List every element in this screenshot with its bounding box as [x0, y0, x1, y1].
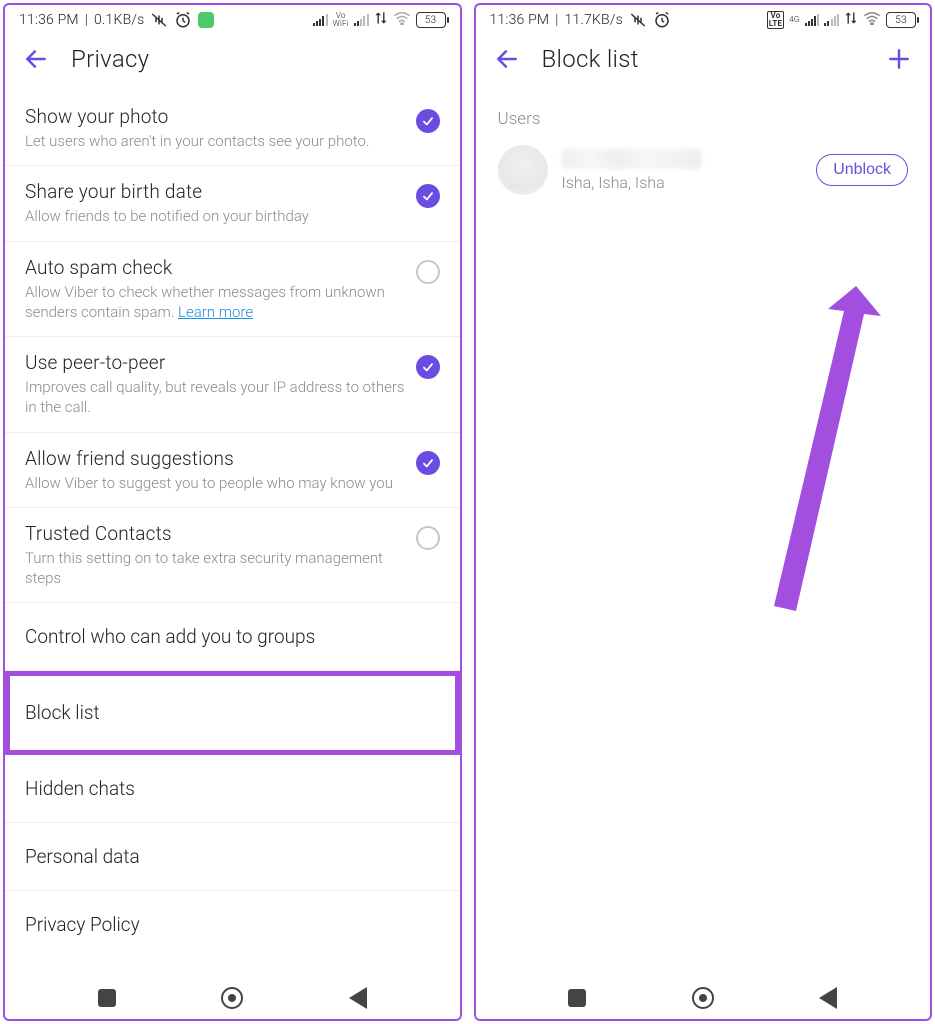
- nav-home-button[interactable]: [221, 987, 243, 1009]
- setting-desc: Allow friends to be notified on your bir…: [25, 206, 406, 226]
- app-header: Privacy: [5, 33, 460, 91]
- page-title: Privacy: [71, 45, 149, 73]
- toggle-on-icon[interactable]: [416, 184, 440, 208]
- status-bar: 11:36 PM | 11.7KB/s Vo LTE 4G 53: [476, 5, 931, 33]
- setting-title: Allow friend suggestions: [25, 447, 406, 470]
- setting-peer-to-peer[interactable]: Use peer-to-peer Improves call quality, …: [5, 337, 460, 433]
- toggle-on-icon[interactable]: [416, 451, 440, 475]
- mute-icon: [629, 11, 647, 29]
- setting-trusted-contacts[interactable]: Trusted Contacts Turn this setting on to…: [5, 508, 460, 604]
- toggle-off-icon[interactable]: [416, 526, 440, 550]
- 4g-label: 4G: [789, 16, 799, 24]
- blocklist-content: Users Isha, Isha, Isha Unblock: [476, 91, 931, 974]
- setting-auto-spam[interactable]: Auto spam check Allow Viber to check whe…: [5, 242, 460, 338]
- setting-title: Trusted Contacts: [25, 522, 406, 545]
- link-personal-data[interactable]: Personal data: [5, 823, 460, 891]
- unblock-button[interactable]: Unblock: [816, 154, 908, 186]
- page-title: Block list: [542, 45, 639, 73]
- data-icon: [374, 11, 388, 29]
- setting-title: Use peer-to-peer: [25, 351, 406, 374]
- setting-desc: Allow Viber to check whether messages fr…: [25, 282, 406, 323]
- setting-show-photo[interactable]: Show your photo Let users who aren't in …: [5, 91, 460, 166]
- nav-back-button[interactable]: [349, 987, 367, 1009]
- signal-icon-1: [805, 14, 820, 26]
- alarm-icon: [653, 11, 671, 29]
- setting-title: Show your photo: [25, 105, 406, 128]
- signal-icon-1: [313, 14, 328, 26]
- setting-title: Share your birth date: [25, 180, 406, 203]
- status-left: 11:36 PM | 11.7KB/s: [490, 11, 671, 29]
- link-privacy-policy[interactable]: Privacy Policy: [5, 891, 460, 958]
- nav-recents-button[interactable]: [98, 989, 116, 1007]
- annotation-arrow-icon: [736, 281, 886, 621]
- phone-right-blocklist: 11:36 PM | 11.7KB/s Vo LTE 4G 53: [474, 3, 933, 1021]
- avatar: [498, 145, 548, 195]
- status-time: 11:36 PM: [19, 12, 79, 28]
- link-control-groups[interactable]: Control who can add you to groups: [5, 603, 460, 671]
- setting-title: Auto spam check: [25, 256, 406, 279]
- user-name-redacted: [562, 149, 702, 169]
- user-text: Isha, Isha, Isha: [562, 149, 702, 192]
- status-right: Vo LTE 4G 53: [767, 11, 916, 29]
- status-bar: 11:36 PM | 0.1KB/s Vo WiFi 53: [5, 5, 460, 33]
- back-button[interactable]: [23, 46, 49, 72]
- setting-desc: Turn this setting on to take extra secur…: [25, 548, 406, 589]
- status-time: 11:36 PM: [490, 12, 550, 28]
- learn-more-link[interactable]: Learn more: [178, 303, 253, 321]
- nav-home-button[interactable]: [692, 987, 714, 1009]
- settings-list: Show your photo Let users who aren't in …: [5, 91, 460, 974]
- section-users-label: Users: [476, 91, 931, 137]
- wifi-icon: [393, 11, 411, 29]
- battery-icon: 53: [416, 12, 446, 28]
- status-speed: 0.1KB/s: [94, 12, 144, 28]
- vowifi-label: Vo WiFi: [333, 12, 349, 28]
- mute-icon: [150, 11, 168, 29]
- status-right: Vo WiFi 53: [313, 11, 446, 29]
- add-button[interactable]: [886, 46, 912, 72]
- setting-desc: Allow Viber to suggest you to people who…: [25, 473, 406, 493]
- setting-friend-suggestions[interactable]: Allow friend suggestions Allow Viber to …: [5, 433, 460, 508]
- battery-icon: 53: [886, 12, 916, 28]
- toggle-on-icon[interactable]: [416, 109, 440, 133]
- phone-left-privacy: 11:36 PM | 0.1KB/s Vo WiFi 53: [3, 3, 462, 1021]
- link-block-list[interactable]: Block list: [5, 671, 460, 755]
- nav-back-button[interactable]: [819, 987, 837, 1009]
- user-subtitle: Isha, Isha, Isha: [562, 173, 702, 192]
- alarm-icon: [174, 11, 192, 29]
- app-indicator-icon: [198, 12, 214, 28]
- setting-share-birthdate[interactable]: Share your birth date Allow friends to b…: [5, 166, 460, 241]
- status-speed: 11.7KB/s: [565, 12, 623, 28]
- setting-desc: Improves call quality, but reveals your …: [25, 377, 406, 418]
- toggle-on-icon[interactable]: [416, 355, 440, 379]
- wifi-icon: [863, 11, 881, 29]
- nav-recents-button[interactable]: [568, 989, 586, 1007]
- back-button[interactable]: [494, 46, 520, 72]
- data-icon: [844, 11, 858, 29]
- app-header: Block list: [476, 33, 931, 91]
- nav-bar: [476, 974, 931, 1019]
- nav-bar: [5, 974, 460, 1019]
- status-left: 11:36 PM | 0.1KB/s: [19, 11, 214, 29]
- signal-icon-2: [824, 14, 839, 26]
- volte-label: Vo LTE: [767, 11, 784, 29]
- signal-icon-2: [354, 14, 369, 26]
- link-hidden-chats[interactable]: Hidden chats: [5, 755, 460, 823]
- toggle-off-icon[interactable]: [416, 260, 440, 284]
- setting-desc: Let users who aren't in your contacts se…: [25, 131, 406, 151]
- blocked-user-row: Isha, Isha, Isha Unblock: [476, 137, 931, 205]
